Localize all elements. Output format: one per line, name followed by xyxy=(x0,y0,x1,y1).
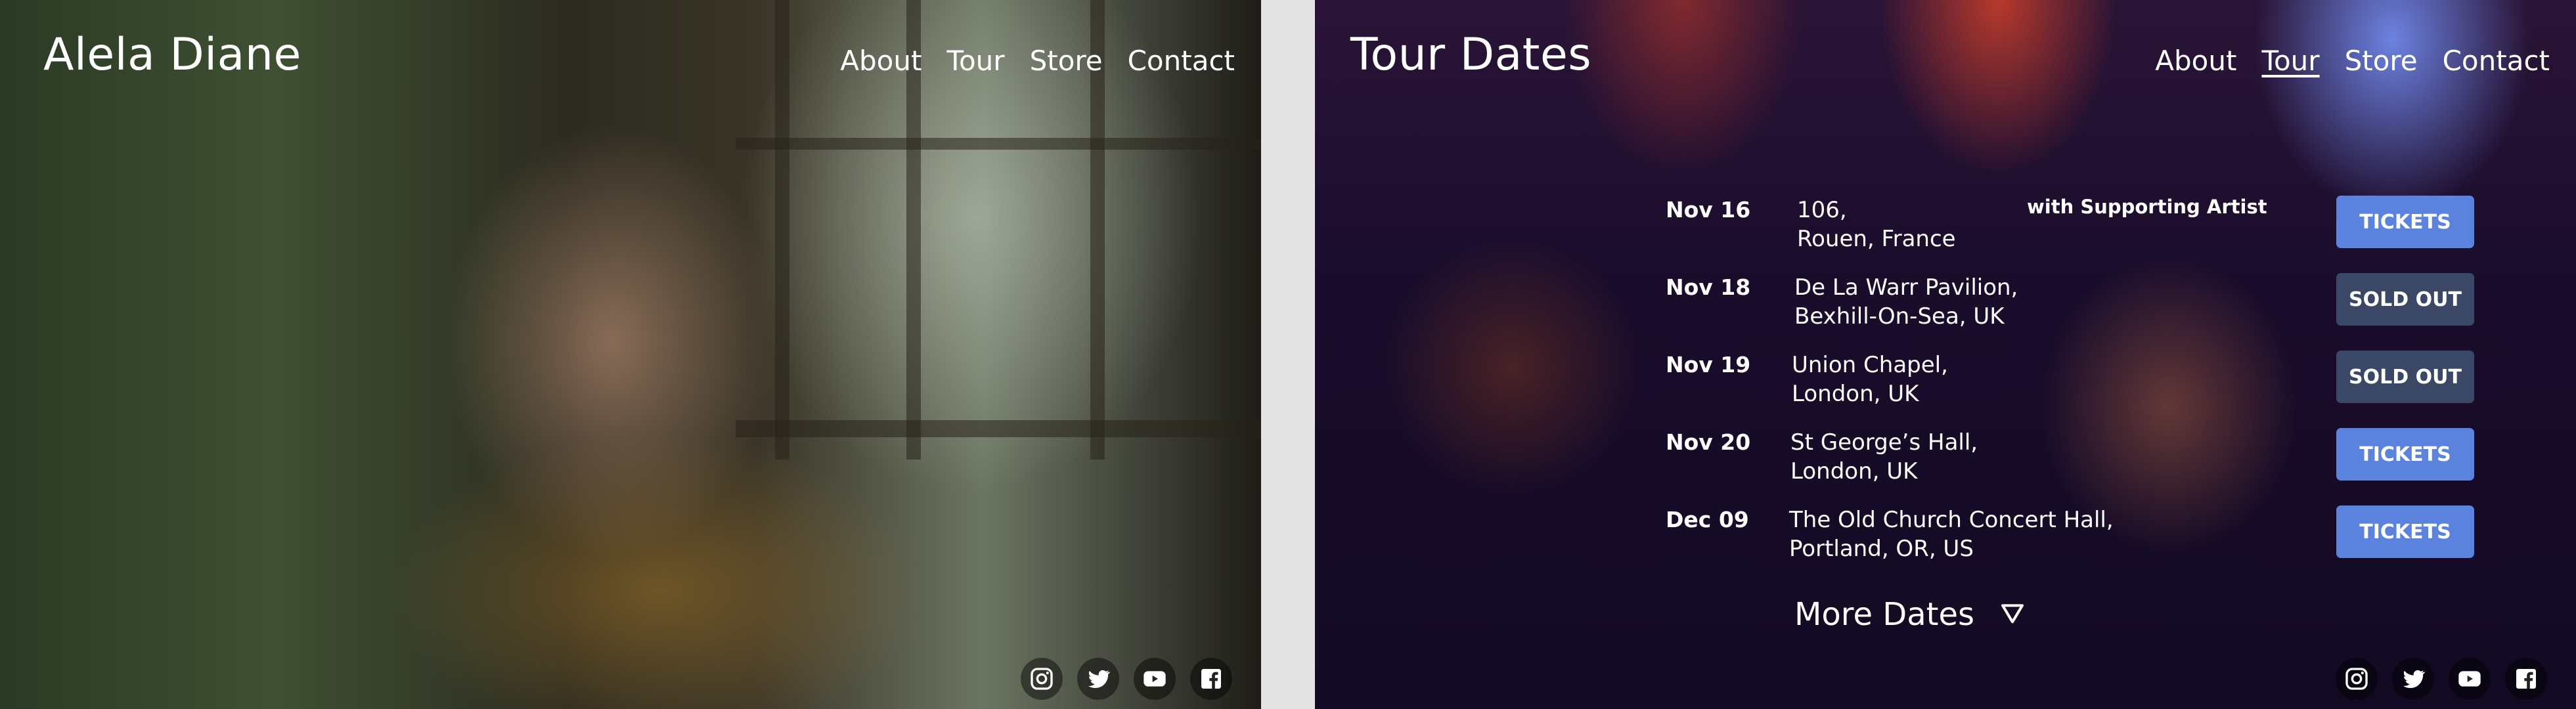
tour-venue: The Old Church Concert Hall, xyxy=(1789,507,2114,533)
nav-tour[interactable]: Tour xyxy=(2261,45,2319,77)
supporting-artist: with Supporting Artist xyxy=(2027,196,2267,218)
tickets-button[interactable]: TICKETS xyxy=(2336,505,2474,558)
tickets-button[interactable]: TICKETS xyxy=(2336,196,2474,248)
tour-venue: 106, xyxy=(1797,197,1847,223)
tour-row: Nov 19 Union Chapel, London, UK SOLD OUT xyxy=(1666,349,2493,421)
tour-row: Nov 18 De La Warr Pavilion, Bexhill-On-S… xyxy=(1666,272,2493,344)
tour-city: London, UK xyxy=(1790,458,1918,484)
nav-store[interactable]: Store xyxy=(2345,45,2418,77)
tour-date: Nov 16 xyxy=(1666,197,1751,223)
nav-about[interactable]: About xyxy=(840,45,922,77)
tour-date: Dec 09 xyxy=(1666,507,1749,532)
social-links xyxy=(1021,658,1232,700)
nav-contact[interactable]: Contact xyxy=(1128,45,1235,77)
tour-date: Nov 18 xyxy=(1666,274,1751,300)
tour-date: Nov 19 xyxy=(1666,352,1751,377)
facebook-icon[interactable] xyxy=(2505,658,2547,700)
nav-store[interactable]: Store xyxy=(1030,45,1103,77)
tour-city: Rouen, France xyxy=(1797,226,1956,252)
twitter-icon[interactable] xyxy=(1077,658,1119,700)
youtube-icon[interactable] xyxy=(1134,658,1176,700)
tickets-button[interactable]: TICKETS xyxy=(2336,428,2474,481)
main-nav: About Tour Store Contact xyxy=(2155,45,2550,77)
youtube-icon[interactable] xyxy=(2449,658,2491,700)
instagram-icon[interactable] xyxy=(1021,658,1063,700)
tour-row: Dec 09 The Old Church Concert Hall, Port… xyxy=(1666,504,2493,576)
main-nav: About Tour Store Contact xyxy=(840,45,1235,77)
nav-contact[interactable]: Contact xyxy=(2443,45,2550,77)
tour-city: Portland, OR, US xyxy=(1789,536,1974,562)
tour-row: Nov 16 106, Rouen, France with Supportin… xyxy=(1666,194,2493,267)
more-dates-label: More Dates xyxy=(1794,596,1974,633)
tour-date: Nov 20 xyxy=(1666,429,1751,455)
nav-tour[interactable]: Tour xyxy=(946,45,1004,77)
tour-venue: St George’s Hall, xyxy=(1790,429,1978,456)
tour-row: Nov 20 St George’s Hall, London, UK TICK… xyxy=(1666,427,2493,499)
artist-portrait-photo xyxy=(0,0,1261,709)
tour-venue: De La Warr Pavilion, xyxy=(1794,274,2018,301)
window-frame xyxy=(736,420,1261,437)
nav-about[interactable]: About xyxy=(2155,45,2236,77)
tour-city: London, UK xyxy=(1792,381,1919,407)
sold-out-button[interactable]: SOLD OUT xyxy=(2336,273,2474,326)
sold-out-button[interactable]: SOLD OUT xyxy=(2336,351,2474,403)
page-title: Tour Dates xyxy=(1350,29,1592,81)
social-links xyxy=(2336,658,2547,700)
tour-venue: Union Chapel, xyxy=(1792,352,1948,378)
instagram-icon[interactable] xyxy=(2336,658,2378,700)
tour-city: Bexhill-On-Sea, UK xyxy=(1794,303,2005,330)
more-dates-link[interactable]: More Dates xyxy=(1794,596,2026,633)
facebook-icon[interactable] xyxy=(1190,658,1232,700)
twitter-icon[interactable] xyxy=(2392,658,2434,700)
tour-panel: Tour Dates About Tour Store Contact Nov … xyxy=(1315,0,2576,709)
window-frame xyxy=(736,138,1261,150)
home-panel: Alela Diane About Tour Store Contact xyxy=(0,0,1261,709)
window-frame xyxy=(775,0,789,460)
site-brand[interactable]: Alela Diane xyxy=(43,29,301,81)
triangle-down-icon xyxy=(1999,600,2026,630)
